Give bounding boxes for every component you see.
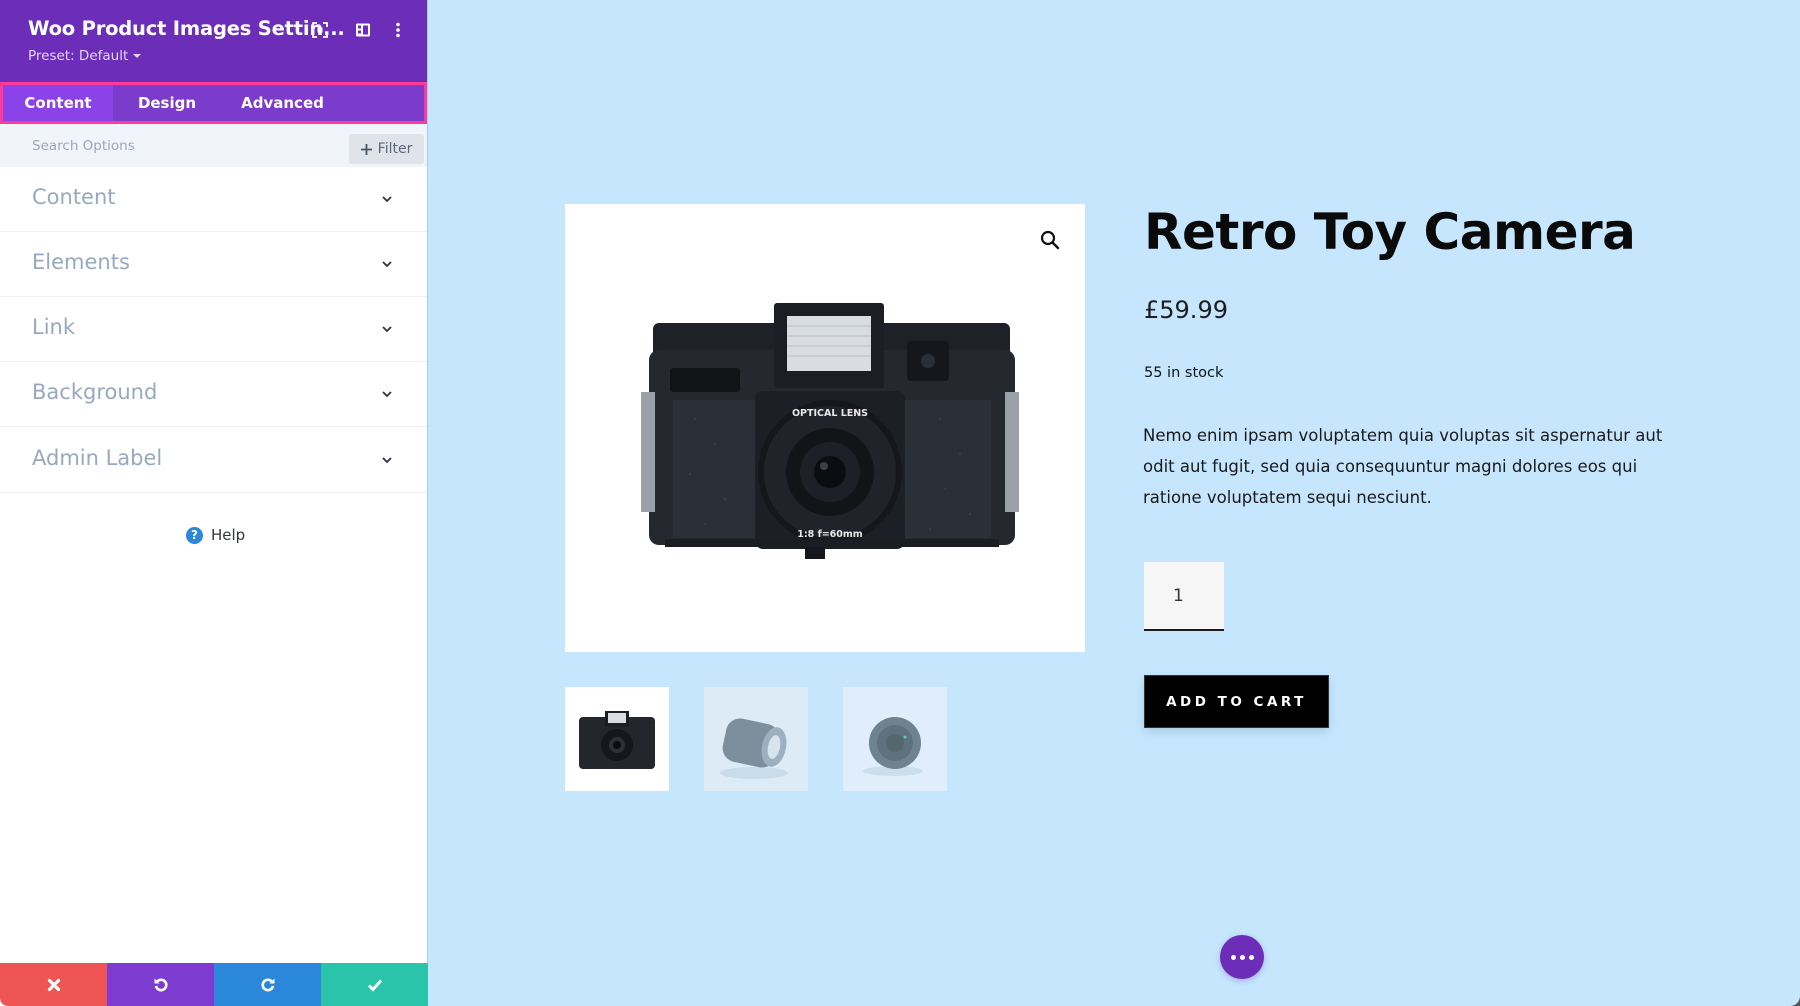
lens-label-bottom: 1:8 f=60mm bbox=[797, 529, 863, 540]
thumbnail-3[interactable] bbox=[843, 687, 947, 791]
redo-button[interactable] bbox=[214, 963, 321, 1006]
dot bbox=[1248, 954, 1254, 960]
stock-status: 55 in stock bbox=[1144, 365, 1224, 381]
section-link[interactable]: Link bbox=[0, 297, 427, 362]
preset-label: Preset: Default bbox=[28, 48, 129, 64]
chevron-down-icon bbox=[382, 457, 392, 464]
close-icon bbox=[47, 978, 60, 991]
product-price: £59.99 bbox=[1144, 296, 1228, 324]
camera-thumbnail bbox=[579, 711, 655, 769]
undo-button[interactable] bbox=[107, 963, 214, 1006]
plus-icon bbox=[360, 143, 372, 155]
page-settings-fab[interactable] bbox=[1220, 935, 1264, 979]
search-bar: Filter bbox=[0, 124, 427, 167]
section-content[interactable]: Content bbox=[0, 167, 427, 232]
quantity-input[interactable] bbox=[1144, 562, 1224, 631]
check-icon bbox=[367, 979, 382, 992]
section-label: Elements bbox=[32, 250, 130, 274]
product-main-image[interactable]: OPTICAL LENS 1:8 f=60mm bbox=[565, 204, 1085, 652]
filter-label: Filter bbox=[377, 141, 413, 157]
more-options-icon[interactable] bbox=[388, 20, 408, 40]
thumbnail-2[interactable] bbox=[704, 687, 808, 791]
product-description: Nemo enim ipsam voluptatem quia voluptas… bbox=[1143, 426, 1663, 507]
search-options-input[interactable] bbox=[22, 132, 342, 160]
discard-button[interactable] bbox=[0, 963, 107, 1006]
section-admin-label[interactable]: Admin Label bbox=[0, 428, 427, 493]
settings-title: Woo Product Images Settin... bbox=[28, 17, 345, 40]
chevron-down-icon bbox=[382, 196, 392, 203]
lens-front-thumbnail bbox=[863, 717, 923, 776]
section-background[interactable]: Background bbox=[0, 362, 427, 427]
tab-content[interactable]: Content bbox=[3, 85, 113, 121]
help-icon: ? bbox=[186, 526, 203, 544]
section-label: Link bbox=[32, 315, 76, 339]
undo-icon bbox=[154, 977, 168, 991]
redo-icon bbox=[260, 977, 274, 991]
focus-mode-icon[interactable] bbox=[310, 20, 330, 40]
chevron-down-icon bbox=[382, 261, 392, 268]
chevron-down-icon bbox=[382, 391, 392, 398]
section-label: Background bbox=[32, 380, 158, 404]
preset-dropdown[interactable]: Preset: Default bbox=[28, 48, 142, 64]
lens-side-thumbnail bbox=[720, 718, 788, 779]
section-elements[interactable]: Elements bbox=[0, 232, 427, 297]
product-title: Retro Toy Camera bbox=[1144, 203, 1636, 261]
split-view-icon[interactable] bbox=[353, 20, 373, 40]
tab-design[interactable]: Design bbox=[113, 85, 221, 121]
module-settings-panel: Woo Product Images Settin... Preset: Def… bbox=[0, 0, 428, 1006]
help-link[interactable]: ? Help bbox=[186, 526, 245, 544]
add-to-cart-button[interactable]: ADD TO CART bbox=[1144, 675, 1329, 728]
lens-label-top: OPTICAL LENS bbox=[792, 408, 868, 419]
image-zoom-button[interactable] bbox=[1036, 226, 1064, 254]
camera-photo: OPTICAL LENS 1:8 f=60mm bbox=[641, 303, 1019, 559]
save-button[interactable] bbox=[321, 963, 428, 1006]
settings-tabs: Content Design Advanced bbox=[0, 82, 427, 124]
chevron-down-icon bbox=[382, 326, 392, 333]
tab-advanced[interactable]: Advanced bbox=[221, 85, 344, 121]
action-bar bbox=[0, 963, 428, 1006]
dot bbox=[1239, 954, 1245, 960]
window-corner bbox=[1790, 996, 1800, 1006]
thumbnail-1[interactable] bbox=[565, 687, 669, 791]
section-label: Admin Label bbox=[32, 446, 163, 470]
settings-header: Woo Product Images Settin... Preset: Def… bbox=[0, 0, 427, 82]
caret-down-icon bbox=[133, 54, 142, 58]
magnifier-icon bbox=[1040, 230, 1060, 250]
section-label: Content bbox=[32, 185, 116, 209]
filter-button[interactable]: Filter bbox=[349, 134, 424, 164]
help-label: Help bbox=[211, 526, 246, 544]
dot bbox=[1230, 954, 1236, 960]
